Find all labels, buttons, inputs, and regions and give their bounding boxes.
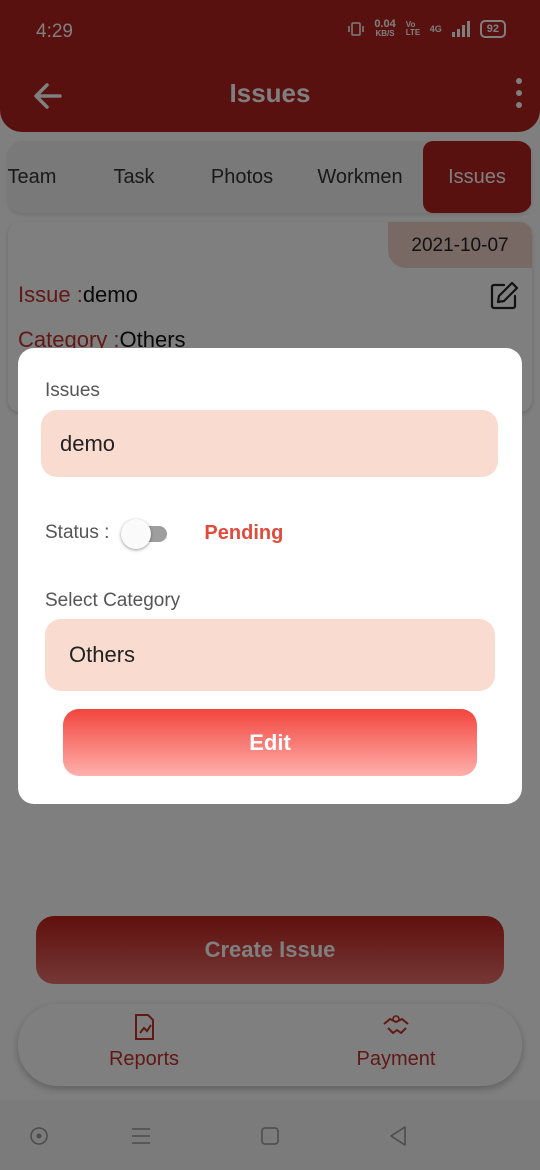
edit-issue-dialog: Issues demo Status : Pending Select Cate… [18,348,522,804]
issues-field-label: Issues [45,380,100,401]
category-select[interactable]: Others [45,619,495,691]
status-toggle-knob [121,519,152,549]
edit-button[interactable]: Edit [63,709,477,776]
status-row: Status : Pending [45,518,284,549]
status-toggle[interactable] [121,518,171,549]
category-field-label: Select Category [45,590,181,611]
status-label: Status : [45,522,110,543]
issues-input[interactable]: demo [41,410,498,477]
status-value: Pending [204,521,284,544]
